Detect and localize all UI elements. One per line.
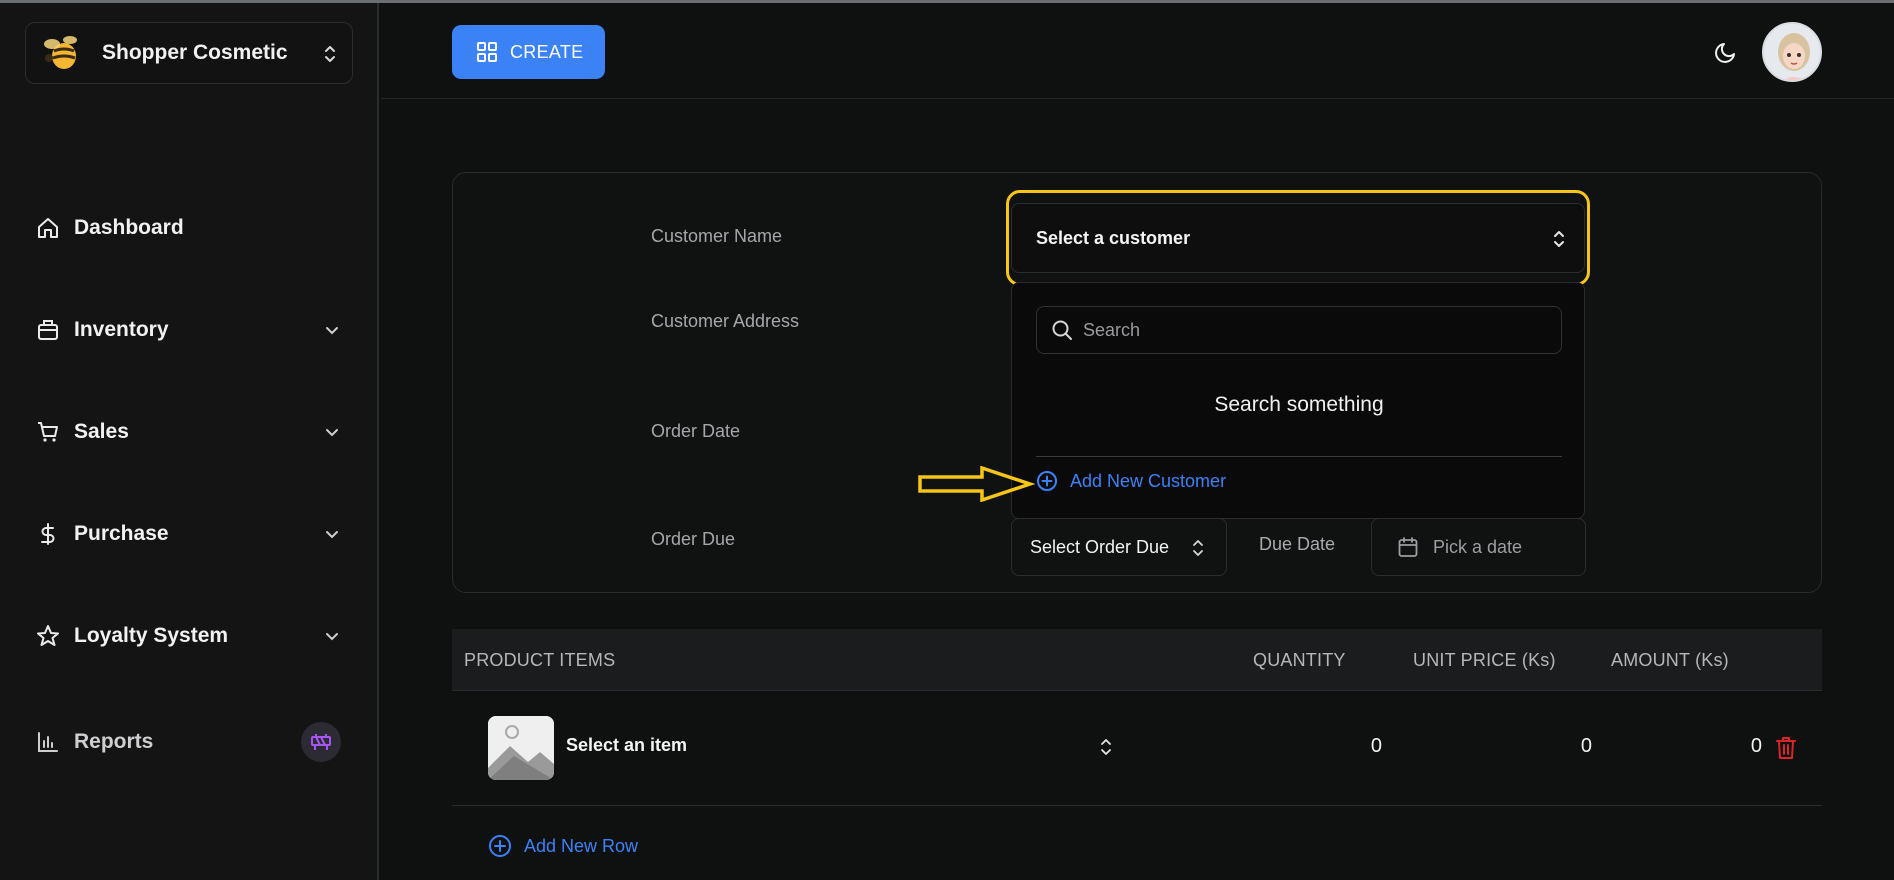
plus-circle-icon <box>1037 471 1057 491</box>
customer-search-input[interactable] <box>1083 319 1543 341</box>
order-due-select[interactable]: Select Order Due <box>1011 518 1227 576</box>
store-switcher[interactable]: Shopper Cosmetic <box>25 22 353 84</box>
order-date-label: Order Date <box>651 421 741 441</box>
user-avatar-icon <box>1764 24 1820 80</box>
due-date-label: Due Date <box>1259 534 1336 554</box>
create-button-label: CREATE <box>510 41 584 62</box>
table-row: Select an item 0 0 0 <box>452 691 1822 806</box>
create-button[interactable]: CREATE <box>452 25 605 79</box>
sidebar: Shopper Cosmetic Dashboard Inventory Sal… <box>0 3 379 880</box>
sidebar-item-reports[interactable]: Reports <box>36 722 341 762</box>
amount-value: 0 <box>1750 735 1762 757</box>
quantity-value[interactable]: 0 <box>1322 735 1382 758</box>
order-due-label: Order Due <box>651 529 736 549</box>
sidebar-item-label: Purchase <box>74 522 169 545</box>
header-divider <box>381 98 1894 99</box>
due-date-picker[interactable]: Pick a date <box>1371 518 1586 576</box>
bee-logo-icon <box>44 36 77 69</box>
dollar-icon <box>41 523 55 545</box>
chevron-down-icon <box>326 429 338 437</box>
column-header-quantity: QUANTITY <box>1253 650 1346 670</box>
customer-address-label: Customer Address <box>651 311 800 331</box>
add-new-customer-label: Add New Customer <box>1070 470 1227 491</box>
sidebar-item-label: Dashboard <box>74 216 184 239</box>
date-picker-value: Pick a date <box>1433 536 1523 557</box>
mountain-image-icon <box>488 716 554 780</box>
trash-icon[interactable] <box>1774 735 1798 761</box>
customer-dropdown: Search something Add New Customer <box>1011 282 1585 519</box>
search-icon <box>1052 320 1072 340</box>
customer-name-label: Customer Name <box>651 226 783 246</box>
sidebar-item-purchase[interactable]: Purchase <box>36 514 341 554</box>
sidebar-item-label: Inventory <box>74 318 169 341</box>
grid-icon <box>477 42 497 62</box>
column-header-product-items: PRODUCT ITEMS <box>464 650 616 670</box>
chevron-up-down-icon <box>1554 231 1564 247</box>
sidebar-item-sales[interactable]: Sales <box>36 412 341 452</box>
chevron-down-icon <box>326 327 338 335</box>
add-new-row-label: Add New Row <box>524 835 639 856</box>
dropdown-divider <box>1036 456 1562 457</box>
construction-badge <box>301 722 341 762</box>
home-icon <box>38 218 58 238</box>
store-name: Shopper Cosmetic <box>102 41 288 64</box>
annotation-arrow-icon <box>918 466 1036 502</box>
sidebar-item-label: Loyalty System <box>74 624 229 647</box>
construction-icon <box>311 734 331 750</box>
moon-icon[interactable] <box>1713 39 1739 65</box>
avatar[interactable] <box>1762 22 1822 82</box>
star-icon <box>37 625 59 646</box>
calendar-icon <box>1398 537 1418 557</box>
package-icon <box>38 320 58 340</box>
chevron-down-icon <box>326 531 338 539</box>
cart-icon <box>38 422 58 442</box>
add-new-row-button[interactable]: Add New Row <box>488 834 638 858</box>
sidebar-item-inventory[interactable]: Inventory <box>36 310 341 350</box>
sidebar-item-loyalty-system[interactable]: Loyalty System <box>36 616 341 656</box>
customer-search-box[interactable] <box>1036 306 1562 354</box>
sidebar-item-dashboard[interactable]: Dashboard <box>36 208 341 248</box>
chevron-up-down-icon <box>325 46 335 62</box>
item-select[interactable]: Select an item <box>566 735 687 756</box>
column-header-unit-price: UNIT PRICE (Ks) <box>1413 650 1556 670</box>
image-placeholder-icon <box>488 716 554 780</box>
bar-chart-icon <box>38 732 58 752</box>
customer-select-value: Select a customer <box>1036 227 1191 248</box>
empty-state-text: Search something <box>1214 393 1384 416</box>
order-due-select-value: Select Order Due <box>1030 536 1170 557</box>
column-header-amount: AMOUNT (Ks) <box>1611 650 1729 670</box>
unit-price-value: 0 <box>1580 735 1592 757</box>
chevron-down-icon <box>326 633 338 641</box>
product-table-header: PRODUCT ITEMS QUANTITY UNIT PRICE (Ks) A… <box>452 629 1822 691</box>
sidebar-item-label: Sales <box>74 420 129 443</box>
plus-circle-icon <box>489 835 511 857</box>
add-new-customer-button[interactable]: Add New Customer <box>1036 470 1226 492</box>
sidebar-item-label: Reports <box>74 730 154 753</box>
chevron-up-down-icon <box>1193 540 1203 556</box>
chevron-up-down-icon[interactable] <box>1100 738 1112 756</box>
customer-select[interactable]: Select a customer <box>1011 203 1585 273</box>
